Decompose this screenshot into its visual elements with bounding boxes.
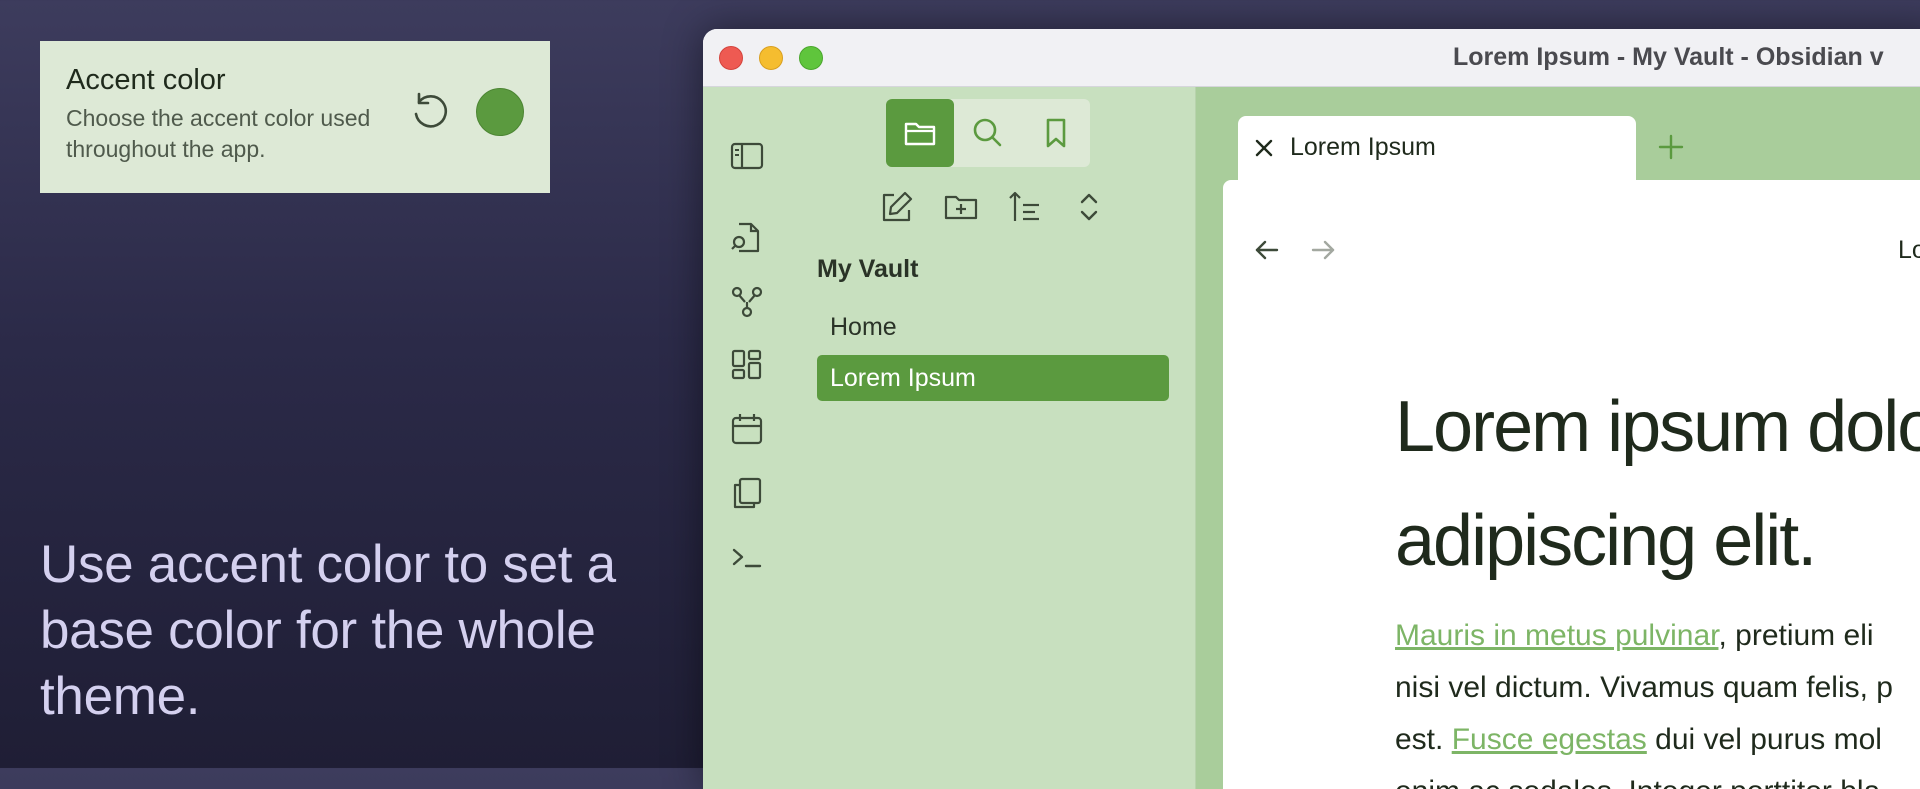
setting-title: Accent color bbox=[66, 64, 226, 96]
caption-text: Use accent color to set a base color for… bbox=[40, 535, 616, 726]
paragraph-text: enim ac sodales. Integer porttitor bla bbox=[1395, 775, 1880, 789]
document: Lorem ipsum dolor adipiscing elit. Mauri… bbox=[1395, 370, 1920, 789]
search-icon bbox=[973, 118, 1002, 147]
paragraph-text: dui vel purus mol bbox=[1646, 723, 1882, 756]
paragraph-text: , pretium eli bbox=[1718, 619, 1874, 652]
app-window: Lorem Ipsum - My Vault - Obsidian v My V… bbox=[703, 29, 1920, 789]
tab-bar-gutter bbox=[1196, 180, 1224, 789]
file-item-home[interactable]: Home bbox=[817, 304, 1169, 350]
paragraph-text: est. bbox=[1395, 723, 1452, 756]
left-sidebar: My Vault Home Lorem Ipsum bbox=[789, 87, 1196, 789]
new-note-icon[interactable] bbox=[877, 187, 917, 227]
calendar-icon[interactable] bbox=[727, 409, 767, 449]
file-item-lorem-ipsum[interactable]: Lorem Ipsum bbox=[817, 355, 1169, 401]
copy-icon[interactable] bbox=[727, 473, 767, 513]
search-file-icon[interactable] bbox=[727, 218, 767, 258]
window-minimize-button[interactable] bbox=[759, 46, 783, 70]
internal-link[interactable]: Mauris in metus pulvinar bbox=[1395, 619, 1718, 652]
window-maximize-button[interactable] bbox=[799, 46, 823, 70]
folder-icon bbox=[904, 122, 936, 146]
new-folder-icon[interactable] bbox=[941, 187, 981, 227]
vault-name[interactable]: My Vault bbox=[817, 255, 918, 284]
sort-icon[interactable] bbox=[1005, 187, 1045, 227]
graph-icon[interactable] bbox=[727, 282, 767, 322]
reset-icon[interactable] bbox=[406, 88, 454, 136]
tab-search[interactable] bbox=[954, 99, 1022, 167]
terminal-icon[interactable] bbox=[727, 537, 767, 577]
accent-color-setting: Accent color Choose the accent color use… bbox=[40, 41, 550, 193]
back-arrow-icon[interactable] bbox=[1251, 234, 1283, 266]
tab-lorem-ipsum[interactable]: Lorem Ipsum bbox=[1238, 116, 1636, 180]
title-bar: Lorem Ipsum - My Vault - Obsidian v bbox=[703, 29, 1920, 87]
view-header-title[interactable]: Lo bbox=[1898, 236, 1920, 265]
accent-color-swatch[interactable] bbox=[476, 88, 524, 136]
document-heading: Lorem ipsum dolor adipiscing elit. bbox=[1395, 387, 1920, 581]
ribbon bbox=[703, 87, 789, 789]
paragraph-text: nisi vel dictum. Vivamus quam felis, p bbox=[1395, 671, 1893, 704]
collapse-icon[interactable] bbox=[1069, 187, 1109, 227]
sidebar-view-tabs bbox=[886, 99, 1090, 167]
close-icon[interactable] bbox=[1252, 136, 1276, 160]
setting-description: Choose the accent color used throughout … bbox=[66, 105, 371, 162]
new-tab-icon[interactable] bbox=[1654, 130, 1688, 164]
internal-link[interactable]: Fusce egestas bbox=[1452, 723, 1647, 756]
editor-pane: Lo Lorem ipsum dolor adipiscing elit. Ma… bbox=[1223, 180, 1920, 789]
canvas-icon[interactable] bbox=[727, 345, 767, 385]
window-title: Lorem Ipsum - My Vault - Obsidian v bbox=[1453, 43, 1884, 71]
tab-label: Lorem Ipsum bbox=[1290, 133, 1436, 161]
bookmark-icon bbox=[1046, 118, 1066, 148]
document-paragraph: Mauris in metus pulvinar, pretium eli nis… bbox=[1395, 610, 1920, 789]
tab-bookmarks[interactable] bbox=[1022, 99, 1090, 167]
window-close-button[interactable] bbox=[719, 46, 743, 70]
sidebar-toggle-icon[interactable] bbox=[727, 136, 767, 176]
tab-files[interactable] bbox=[886, 99, 954, 167]
forward-arrow-icon[interactable] bbox=[1307, 234, 1339, 266]
